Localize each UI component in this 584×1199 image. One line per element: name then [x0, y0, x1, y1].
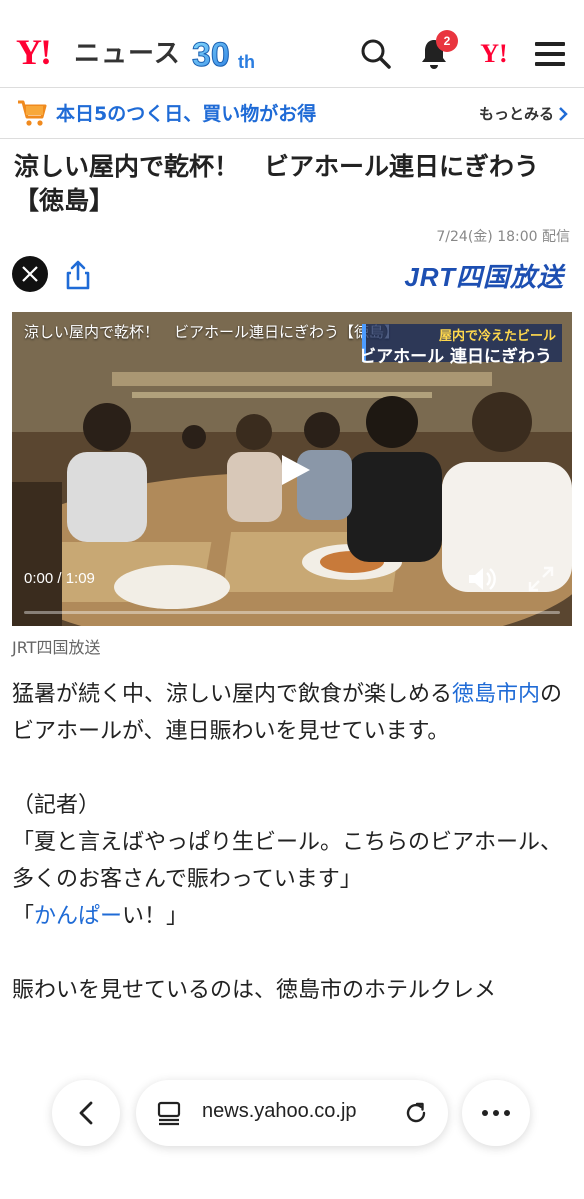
yahoo-logo[interactable]: Y! [16, 30, 52, 74]
body-paragraph: 猛暑が続く中、涼しい屋内で飲食が楽しめる徳島市内のビアホールが、連日賑わいを見せ… [12, 676, 572, 750]
cheer-quote: 「かんぱーい！」 [12, 898, 572, 935]
svg-text:th: th [238, 52, 255, 72]
video-title: 涼しい屋内で乾杯！ ビアホール連日にぎわう【徳島】 [24, 323, 400, 341]
promo-text[interactable]: 本日5のつく日、買い物がお得 [56, 101, 316, 127]
article-body: 猛暑が続く中、涼しい屋内で飲食が楽しめる徳島市内のビアホールが、連日賑わいを見せ… [12, 676, 572, 1009]
ellipsis-icon [482, 1110, 510, 1116]
publisher-logo-text: JRT四国放送 [404, 261, 564, 292]
kanpai-link[interactable]: かんぱー [34, 904, 122, 929]
search-icon[interactable] [356, 32, 396, 76]
more-options-button[interactable] [462, 1080, 530, 1146]
video-caption-main: ビアホール 連日にぎわう [359, 347, 552, 367]
play-icon[interactable] [276, 452, 312, 488]
site-header: Y! ニュース 30 th 2 Y! [0, 0, 584, 88]
news-logo-text[interactable]: ニュース [74, 34, 181, 74]
back-button[interactable] [52, 1080, 120, 1146]
30th-anniversary-logo: 30 th [192, 30, 272, 76]
body-text: い！」 [122, 904, 189, 929]
notification-badge: 2 [436, 30, 458, 52]
fullscreen-icon[interactable] [526, 564, 556, 594]
video-time: 0:00 / 1:09 [24, 570, 95, 587]
publish-date: 7/24(金) 18:00 配信 [436, 229, 570, 245]
body-paragraph: 賑わいを見せているのは、徳島市のホテルクレメ [12, 978, 497, 1003]
address-bar[interactable]: news.yahoo.co.jp [136, 1080, 448, 1146]
reporter-label: （記者） [12, 793, 101, 818]
body-text: 「 [12, 904, 35, 929]
share-icon[interactable] [62, 258, 94, 292]
video-player[interactable]: 涼しい屋内で乾杯！ ビアホール連日にぎわう【徳島】 屋内で冷えたビール ビアホー… [12, 312, 572, 626]
promo-more-label: もっとみる [478, 105, 554, 123]
tokushima-city-link[interactable]: 徳島市内 [452, 682, 540, 707]
shopping-cart-icon [16, 97, 48, 129]
x-share-icon[interactable] [12, 256, 48, 292]
svg-text:30: 30 [192, 36, 230, 74]
promo-more-link[interactable]: もっとみる [479, 103, 568, 125]
yahoo-top-link-icon[interactable]: Y! [472, 32, 516, 76]
video-source: JRT四国放送 [12, 638, 101, 657]
video-progress-bar[interactable] [24, 611, 560, 614]
hamburger-menu-icon[interactable] [530, 32, 570, 76]
chevron-right-icon [559, 107, 568, 121]
reload-icon[interactable] [402, 1099, 430, 1127]
reporter-quote: 「夏と言えばやっぱり生ビール。こちらのビアホール、多くのお客さんで賑わっています… [12, 830, 563, 892]
url-text[interactable]: news.yahoo.co.jp [202, 1100, 357, 1123]
volume-icon[interactable] [466, 564, 496, 594]
article-title: 涼しい屋内で乾杯！ ビアホール連日にぎわう【徳島】 [14, 152, 540, 215]
chevron-left-icon [79, 1101, 93, 1125]
notification-bell-icon[interactable]: 2 [414, 30, 458, 76]
shopping-promo-bar[interactable]: 本日5のつく日、買い物がお得 もっとみる [0, 89, 584, 139]
page-menu-icon[interactable] [156, 1100, 182, 1126]
publisher-logo[interactable]: JRT四国放送 [404, 258, 564, 292]
body-text: 猛暑が続く中、涼しい屋内で飲食が楽しめる [12, 682, 453, 707]
